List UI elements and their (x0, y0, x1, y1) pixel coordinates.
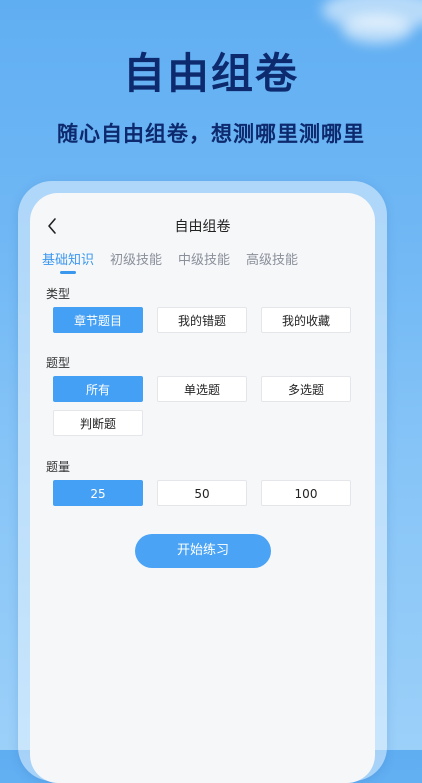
page-title: 自由组卷 (174, 219, 231, 235)
option-all-types[interactable]: 所有 (53, 376, 143, 402)
start-practice-button[interactable]: 开始练习 (135, 534, 271, 568)
option-quantity-100[interactable]: 100 (261, 480, 351, 506)
option-single-choice[interactable]: 单选题 (157, 376, 247, 402)
option-chapter-questions[interactable]: 章节题目 (53, 307, 143, 333)
app-screen: 自由组卷 基础知识 初级技能 中级技能 高级技能 类型 章节题目 我的错题 我的… (30, 193, 375, 783)
tab-basic-knowledge[interactable]: 基础知识 (42, 249, 94, 268)
option-quantity-25[interactable]: 25 (53, 480, 143, 506)
option-true-false[interactable]: 判断题 (53, 410, 143, 436)
section-label-question-type: 题型 (46, 356, 71, 370)
option-my-mistakes[interactable]: 我的错题 (157, 307, 247, 333)
tab-intermediate-skills[interactable]: 中级技能 (178, 249, 230, 268)
hero-subtitle: 随心自由组卷，想测哪里测哪里 (57, 122, 365, 146)
option-multiple-choice[interactable]: 多选题 (261, 376, 351, 402)
active-tab-indicator (60, 271, 76, 274)
section-label-quantity: 题量 (46, 460, 71, 474)
hero-title: 自由组卷 (122, 49, 299, 98)
nav-bar: 自由组卷 (30, 213, 375, 239)
option-quantity-50[interactable]: 50 (157, 480, 247, 506)
tab-junior-skills[interactable]: 初级技能 (110, 249, 162, 268)
option-my-favorites[interactable]: 我的收藏 (261, 307, 351, 333)
tab-senior-skills[interactable]: 高级技能 (246, 249, 298, 268)
section-label-category: 类型 (46, 287, 71, 301)
